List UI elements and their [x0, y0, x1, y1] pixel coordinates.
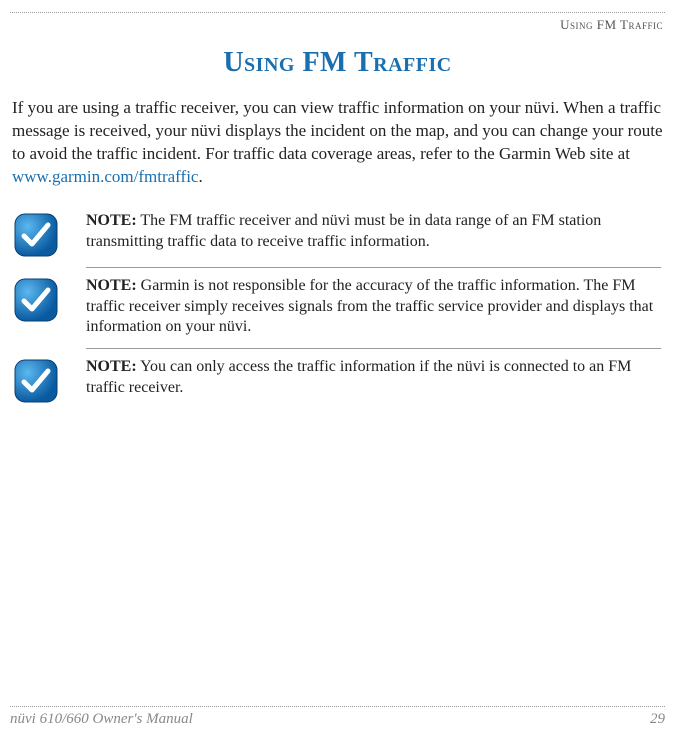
page-number: 29 [650, 711, 665, 728]
note-block-2: NOTE: Garmin is not responsible for the … [10, 268, 665, 348]
note-body: Garmin is not responsible for the accura… [86, 277, 653, 336]
note-label: NOTE: [86, 212, 137, 229]
note-block-3: NOTE: You can only access the traffic in… [10, 349, 665, 413]
checkmark-icon [14, 213, 58, 257]
note-block-1: NOTE: The FM traffic receiver and nüvi m… [10, 203, 665, 267]
note-text-2: NOTE: Garmin is not responsible for the … [86, 276, 661, 338]
note-body: You can only access the traffic informat… [86, 358, 631, 396]
note-text-3: NOTE: You can only access the traffic in… [86, 357, 661, 399]
note-body: The FM traffic receiver and nüvi must be… [86, 212, 601, 250]
intro-text: If you are using a traffic receiver, you… [12, 98, 663, 163]
footer-manual-title: nüvi 610/660 Owner's Manual [10, 711, 193, 728]
checkmark-icon [14, 278, 58, 322]
note-label: NOTE: [86, 358, 137, 375]
intro-paragraph: If you are using a traffic receiver, you… [10, 97, 665, 189]
page-title: Using FM Traffic [10, 47, 665, 79]
note-label: NOTE: [86, 277, 137, 294]
note-text-1: NOTE: The FM traffic receiver and nüvi m… [86, 211, 661, 253]
running-header: Using FM Traffic [10, 17, 665, 33]
checkmark-icon [14, 359, 58, 403]
intro-tail: . [198, 167, 202, 186]
garmin-link[interactable]: www.garmin.com/fmtraffic [12, 167, 198, 186]
page-footer: nüvi 610/660 Owner's Manual 29 [10, 706, 665, 728]
